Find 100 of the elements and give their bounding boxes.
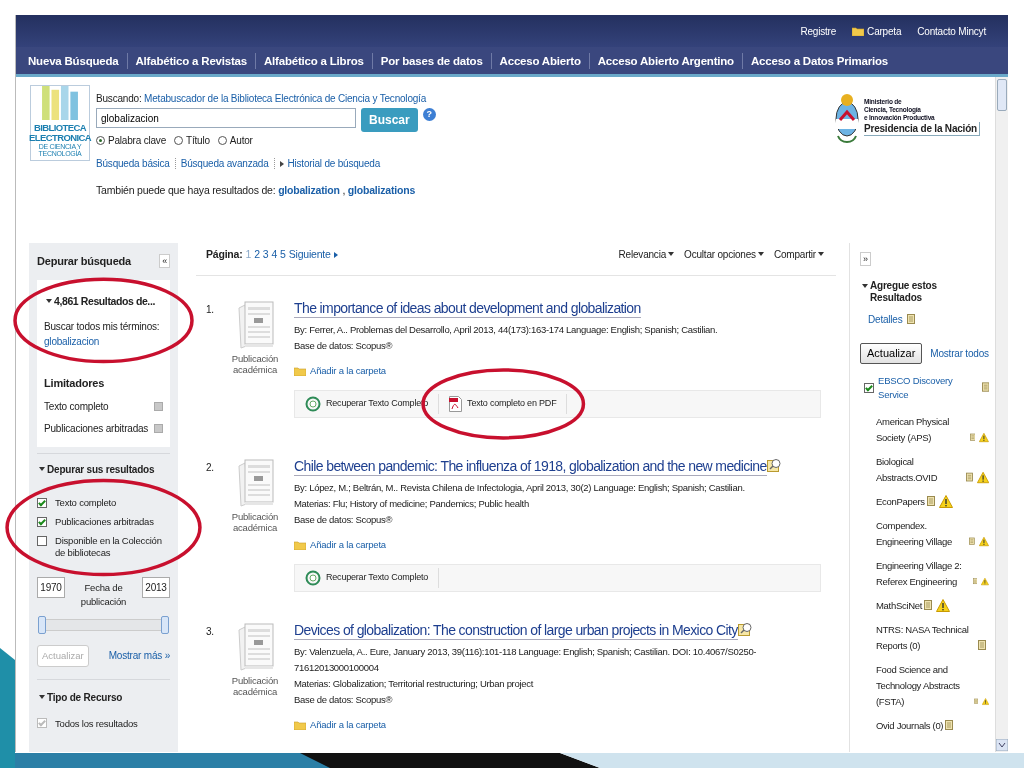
link-source-icon [305,395,321,412]
show-more-link[interactable]: Mostrar más » [108,648,170,664]
note-icon [906,314,915,325]
page-link[interactable]: 4 [271,247,278,263]
document-icon [235,457,275,508]
slider-handle[interactable] [161,615,169,634]
radio-option[interactable]: Autor [217,133,253,148]
note-icon [945,720,954,731]
result-number: 1. [205,302,215,317]
result-detail: Materias: Globalization; Territorial restructuring; Urban project [294,677,535,691]
checkbox[interactable] [37,516,47,527]
remove-icon[interactable] [154,401,163,411]
term-link[interactable]: globalizacion [44,336,100,348]
suggestion-link[interactable]: globalizations [347,184,416,196]
dropdown-menu-button[interactable]: Ocultar opciones [684,247,766,263]
collapse-button[interactable]: « [159,254,170,269]
result-detail: Base de datos: Scopus® [294,693,394,707]
result-type: Publicación académica [230,675,280,697]
result-title[interactable]: Chile between pandemic: The influenza of 1918, globalization and the new medicine [294,457,767,476]
source-name: NTRS: NASA Technical Reports (0) [876,623,970,653]
caret-icon [818,252,824,256]
nav-link[interactable]: Alfabético a Revistas [127,52,256,69]
scroll-thumb[interactable] [997,79,1007,111]
page-label: Página: [206,247,243,262]
add-to-folder-link[interactable]: Añadir a la carpeta [294,363,386,378]
caret-icon [757,252,764,256]
source-name: Food Science and Technology Abstracts (FSTA) [876,663,961,709]
note-icon [969,536,976,547]
result-number: 3. [205,625,215,639]
show-all-link[interactable]: Mostrar todos [930,345,989,361]
search-link[interactable]: Búsqueda avanzada [180,156,269,171]
result-detail: By: Ferrer, A.. Problemas del Desarrollo, April 2013, 44(173):163-174 Language: English; Spanish; Castilian. [294,322,719,337]
caret-icon [39,695,45,700]
search-link[interactable]: Búsqueda básica [96,156,170,171]
section-title: Tipo de Recurso [47,690,123,705]
note-icon [978,640,986,651]
caret-icon [862,284,868,288]
remove-icon[interactable] [154,423,163,433]
result-title[interactable]: Devices of globalization: The construction of large urban projects in Mexico City [294,622,738,640]
source-name: Ovid Journals (0) [876,719,944,733]
checkbox-label: Texto completo [55,496,117,509]
link-source-icon [305,570,321,586]
checkbox[interactable] [37,535,47,546]
radio-option[interactable]: Título [174,133,210,148]
result-detail: By: López, M.; Beltrán, M.. Revista Chilena de Infectologia, April 2013, 30(2) Language: English; Spanish; Castilian. [294,480,746,495]
search-link[interactable]: Historial de búsqueda [287,156,381,171]
date-label: Fecha de publicación [79,580,128,609]
panel-title: Depurar búsqueda [37,254,131,269]
suggestion-label: También puede que haya resultados de: [96,184,276,196]
results-count[interactable]: 4,861 Resultados de... [54,293,155,310]
fulltext-link[interactable]: Texto completo en PDF [439,393,568,414]
dropdown-menu-button[interactable]: Compartir [773,247,826,263]
logo-stripes-icon [41,86,79,120]
limiter-label: Publicaciones arbitradas [44,421,149,436]
page-link[interactable]: 3 [262,247,269,263]
page-link[interactable]: 5 [280,247,286,263]
fulltext-link[interactable]: Recuperar Texto Completo [295,568,440,588]
nav-link[interactable]: Por bases de datos [372,52,492,69]
expand-button[interactable]: » [860,252,871,266]
result-type: Publicación académica [230,352,280,375]
note-icon [924,600,933,611]
checkbox[interactable] [864,383,874,394]
caret-icon [39,467,45,471]
year-field[interactable]: 1970 [37,576,65,598]
checkbox-label: Todos los resultados [55,716,138,731]
help-icon[interactable]: ? [422,108,436,121]
result-detail: Materias: Flu; History of medicine; Pandemics; Public health [294,496,530,511]
nav-link[interactable]: Nueva Búsqueda [20,52,128,69]
source-link[interactable]: EBSCO Discovery Service [878,373,978,402]
dropdown-menu-button[interactable]: Relevancia [618,247,677,263]
top-link[interactable]: Carpeta [852,23,902,39]
nav-link[interactable]: Acceso Abierto [491,52,590,69]
section-title: Agregue estos Resultados [870,280,938,304]
folder-icon [294,720,306,731]
radio-option[interactable]: Palabra clave [96,133,166,148]
folder-icon [294,540,306,550]
note-icon [926,496,935,507]
nav-link[interactable]: Acceso a Datos Primarios [742,52,897,69]
year-field[interactable]: 2013 [142,576,170,598]
nav-link[interactable]: Alfabético a Libros [256,52,373,69]
suggestion-link[interactable]: globalization [278,184,340,196]
slider-track[interactable] [40,618,167,631]
top-link[interactable]: Contacto Mincyt [917,23,986,39]
result-title[interactable]: The importance of ideas about development and globalization [294,299,641,318]
add-to-folder-link[interactable]: Añadir a la carpeta [294,718,386,733]
folder-icon [294,365,306,376]
page-link[interactable]: 2 [254,247,260,263]
scrollbar[interactable] [995,77,1008,752]
nav-link[interactable]: Acceso Abierto Argentino [589,52,743,69]
checkbox[interactable] [37,497,47,508]
logo-text: BIBLIOTECA [33,123,87,133]
add-to-folder-link[interactable]: Añadir a la carpeta [294,537,386,553]
note-icon [965,472,973,483]
database-link[interactable]: Metabuscador de la Biblioteca Electrónica de Ciencia y Tecnología [144,93,427,104]
search-field[interactable]: globalizacion [96,108,356,128]
slider-handle[interactable] [38,615,46,634]
details-link[interactable]: Detalles [868,312,903,327]
top-link[interactable]: Registre [800,23,837,39]
update-button[interactable]: Actualizar [860,343,923,364]
next-link[interactable]: Siguiente [288,247,331,263]
